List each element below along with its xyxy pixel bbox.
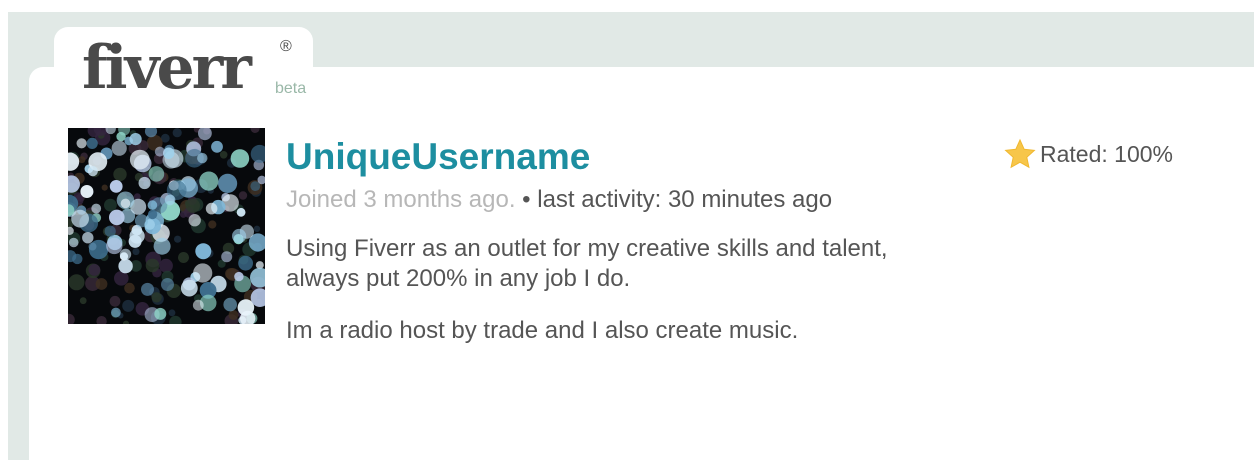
bio-paragraph: Im a radio host by trade and I also crea… bbox=[286, 317, 799, 344]
beta-badge: beta bbox=[275, 80, 307, 97]
profile-details: UniqueUsername Joined 3 months ago. • la… bbox=[286, 134, 946, 368]
meta-separator: • bbox=[522, 186, 531, 213]
rating-label: Rated: 100% bbox=[1040, 140, 1173, 167]
avatar-image bbox=[68, 128, 265, 324]
username[interactable]: UniqueUsername bbox=[286, 134, 946, 180]
logo-wordmark: fiverr bbox=[82, 33, 252, 103]
joined-date: Joined 3 months ago. bbox=[286, 186, 516, 213]
bio: Using Fiverr as an outlet for my creativ… bbox=[286, 234, 926, 346]
bio-paragraph: Using Fiverr as an outlet for my creativ… bbox=[286, 235, 888, 292]
rating: Rated: 100% bbox=[1004, 138, 1173, 170]
avatar[interactable] bbox=[68, 128, 265, 324]
last-activity: last activity: 30 minutes ago bbox=[537, 186, 833, 213]
activity-line: Joined 3 months ago. • last activity: 30… bbox=[286, 186, 946, 214]
registered-mark: ® bbox=[280, 38, 292, 55]
star-icon bbox=[1004, 138, 1036, 170]
